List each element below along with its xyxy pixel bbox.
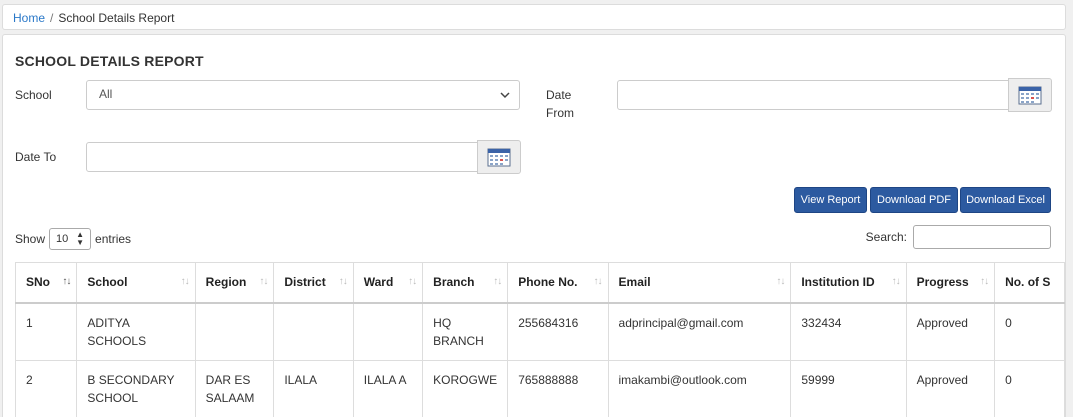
cell-region-line: DAR ES <box>205 372 251 387</box>
chevron-down-icon <box>500 92 510 99</box>
entries-select-value: 10 <box>56 233 69 245</box>
column-header-region[interactable]: Region ↑↓ <box>194 262 275 304</box>
school-select[interactable]: All <box>86 80 520 110</box>
breadcrumb-current: School Details Report <box>58 11 175 25</box>
date-from-label-line1: Date <box>546 88 572 102</box>
cell-branch: HQ BRANCH <box>422 302 509 361</box>
cell-ward: ILALA A <box>352 359 424 417</box>
column-header-label: SNo <box>26 275 50 290</box>
cell-region <box>194 302 275 361</box>
column-header-label: Ward <box>363 275 394 290</box>
search-input[interactable] <box>913 225 1051 249</box>
cell-progress: Approved <box>905 302 996 361</box>
calendar-icon <box>487 148 511 167</box>
cell-branch-line: HQ <box>433 315 452 330</box>
sort-icon: ↑↓ <box>408 276 417 287</box>
column-header-district[interactable]: District ↑↓ <box>273 262 354 304</box>
entries-length-control: Show 10 ▲ ▼ entries <box>15 228 131 250</box>
cell-institution-id: 332434 <box>790 302 907 361</box>
cell-branch: KOROGWE <box>422 359 509 417</box>
page-title: SCHOOL DETAILS REPORT <box>15 53 204 69</box>
column-header-label: Region <box>205 275 247 290</box>
date-to-label: Date To <box>15 150 57 164</box>
download-excel-button[interactable]: Download Excel <box>960 187 1051 213</box>
cell-phone: 255684316 <box>507 302 609 361</box>
column-header-label: Branch <box>433 275 475 290</box>
column-header-label: No. of S <box>1005 275 1051 290</box>
sort-icon: ↑↓ <box>891 276 901 287</box>
column-header-label: District <box>284 275 326 290</box>
column-header-label: School <box>87 275 128 290</box>
sort-asc-icon: ↑↓ <box>62 276 71 287</box>
cell-school-line: SCHOOLS <box>87 333 147 348</box>
calendar-icon <box>1018 86 1042 105</box>
cell-district <box>273 302 354 361</box>
column-header-label: Phone No. <box>518 275 578 290</box>
sort-icon: ↑↓ <box>593 276 603 287</box>
table-row: 2 B SECONDARY SCHOOL DAR ES SALAAM ILALA I… <box>14 359 1065 417</box>
cell-institution-id: 59999 <box>790 359 907 417</box>
download-pdf-button[interactable]: Download PDF <box>870 187 958 213</box>
sort-icon: ↑↓ <box>493 276 502 287</box>
cell-email: adprincipal@gmail.com <box>607 302 792 361</box>
cell-school: B SECONDARY SCHOOL <box>76 359 196 417</box>
date-to-input[interactable] <box>86 142 478 172</box>
column-header-branch[interactable]: Branch ↑↓ <box>422 262 509 304</box>
cell-count: 0 <box>994 302 1065 361</box>
date-to-calendar-button[interactable] <box>477 140 521 174</box>
cell-district: ILALA <box>273 359 354 417</box>
column-header-institution-id[interactable]: Institution ID ↑↓ <box>790 262 907 304</box>
sort-icon: ↑↓ <box>259 276 268 287</box>
cell-ward <box>352 302 424 361</box>
date-from-calendar-button[interactable] <box>1008 78 1052 112</box>
sort-updown-icon: ▲ ▼ <box>76 230 85 247</box>
sort-icon: ↑↓ <box>776 276 785 287</box>
cell-sno: 1 <box>14 302 78 361</box>
sort-icon: ↑↓ <box>338 276 348 287</box>
cell-school-line: SCHOOL <box>87 390 139 405</box>
column-header-school[interactable]: School ↑↓ <box>76 262 196 304</box>
column-header-label: Institution ID <box>801 275 875 290</box>
sort-icon: ↑↓ <box>980 276 989 287</box>
breadcrumb-separator: / <box>50 11 54 25</box>
column-header-progress[interactable]: Progress ↑↓ <box>905 262 996 304</box>
column-header-ward[interactable]: Ward ↑↓ <box>352 262 424 304</box>
date-from-input[interactable] <box>617 80 1009 110</box>
cell-branch-line: KOROGWE <box>433 372 498 387</box>
report-panel: SCHOOL DETAILS REPORT School All Date Fr… <box>2 34 1066 417</box>
cell-sno: 2 <box>14 359 78 417</box>
cell-region: DAR ES SALAAM <box>194 359 275 417</box>
column-header-label: Progress <box>916 275 969 290</box>
school-select-value: All <box>99 87 113 101</box>
breadcrumb-home-link[interactable]: Home <box>13 11 45 25</box>
table-row: 1 ADITYA SCHOOLS HQ BRANCH 255684316 adpri… <box>14 302 1065 361</box>
column-header-phone[interactable]: Phone No. ↑↓ <box>507 262 609 304</box>
entries-label: entries <box>95 232 132 246</box>
entries-select[interactable]: 10 ▲ ▼ <box>49 228 92 250</box>
table-header-row: SNo ↑↓ School ↑↓ Region ↑↓ District ↑↓ Ward ↑… <box>14 262 1065 304</box>
cell-count: 0 <box>994 359 1065 417</box>
cell-school-line: B SECONDARY <box>87 372 175 387</box>
breadcrumb: Home / School Details Report <box>2 4 1066 30</box>
cell-email: imakambi@outlook.com <box>607 359 792 417</box>
column-header-label: Email <box>618 275 651 290</box>
column-header-count[interactable]: No. of S <box>994 262 1065 304</box>
table-search: Search: <box>866 225 1051 249</box>
cell-school: ADITYA SCHOOLS <box>76 302 196 361</box>
cell-branch-line: BRANCH <box>433 333 484 348</box>
date-from-label-line2: From <box>546 106 574 120</box>
cell-progress: Approved <box>905 359 996 417</box>
school-label: School <box>15 88 52 102</box>
cell-phone: 765888888 <box>507 359 609 417</box>
view-report-button[interactable]: View Report <box>794 187 867 213</box>
cell-school-line: ADITYA <box>87 315 130 330</box>
sort-icon: ↑↓ <box>180 276 190 287</box>
date-from-label: Date From <box>546 86 574 122</box>
column-header-email[interactable]: Email ↑↓ <box>607 262 792 304</box>
school-details-table: SNo ↑↓ School ↑↓ Region ↑↓ District ↑↓ Ward ↑… <box>14 262 1065 417</box>
column-header-sno[interactable]: SNo ↑↓ <box>14 262 78 304</box>
show-label: Show <box>15 232 46 246</box>
cell-region-line: SALAAM <box>205 390 255 405</box>
search-label: Search: <box>865 230 907 244</box>
